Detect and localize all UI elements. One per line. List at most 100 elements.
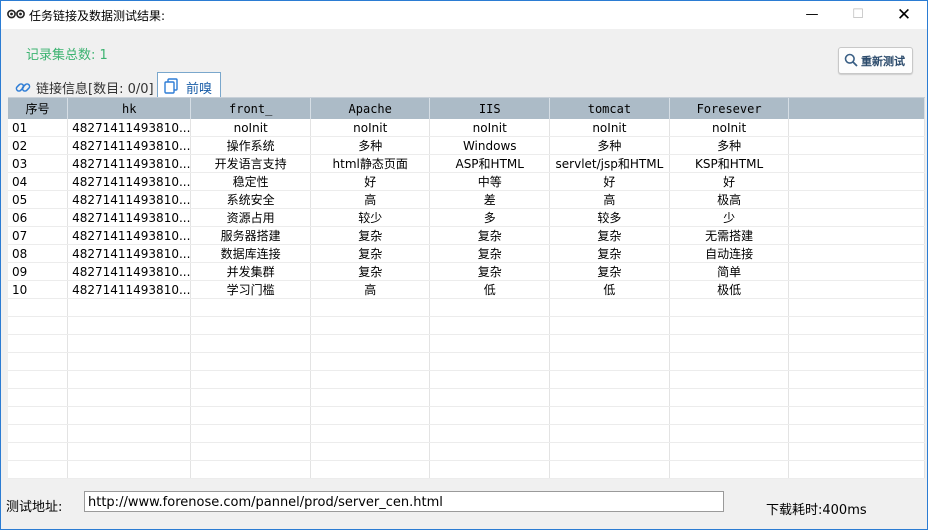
table-cell <box>788 442 925 461</box>
table-cell: 数据库连接 <box>190 244 311 263</box>
table-cell <box>8 334 69 353</box>
table-cell <box>788 424 925 443</box>
column-header-iis[interactable]: IIS <box>429 98 550 119</box>
table-cell: 48271411493810... <box>67 190 192 209</box>
table-row[interactable] <box>8 460 925 479</box>
column-header-front[interactable]: front_ <box>190 98 311 119</box>
table-cell: 05 <box>8 190 69 209</box>
table-cell <box>429 298 550 317</box>
column-header-hk[interactable]: hk <box>67 98 192 119</box>
table-row[interactable]: 10 48271411493810... 学习门槛高低低极低 <box>8 280 925 299</box>
table-row[interactable]: 05 48271411493810... 系统安全高差高极高 <box>8 190 925 209</box>
address-input[interactable]: http://www.forenose.com/pannel/prod/serv… <box>84 491 724 512</box>
table-cell <box>788 316 925 335</box>
table-cell: 多 <box>429 208 550 227</box>
table-row[interactable]: 07 48271411493810... 服务器搭建 复杂 复杂 复杂 无需搭建 <box>8 226 925 245</box>
table-cell <box>788 298 925 317</box>
table-row[interactable]: 01 48271411493810... noInit noInit noInit noI… <box>8 119 925 137</box>
table-cell: 复杂 <box>310 244 431 263</box>
table-cell <box>310 316 431 335</box>
table-cell <box>429 334 550 353</box>
table-cell <box>788 119 925 137</box>
table-cell <box>549 442 670 461</box>
tab-link-info[interactable]: 链接信息[数目: 0/0] <box>10 74 156 98</box>
table-cell: KSP和HTML <box>669 154 790 173</box>
table-cell: 48271411493810... <box>67 280 192 299</box>
table-cell: noInit <box>549 119 670 137</box>
table-cell: servlet/jsp和HTML <box>549 154 670 173</box>
table-cell: 48271411493810... <box>67 154 192 173</box>
table-cell <box>67 298 192 317</box>
table-row[interactable] <box>8 334 925 353</box>
title-bar: 任务链接及数据测试结果: — ☐ ✕ <box>1 1 927 29</box>
table-cell: 复杂 <box>429 226 550 245</box>
table-cell: 48271411493810... <box>67 226 192 245</box>
table-cell: 较少 <box>310 208 431 227</box>
table-row[interactable]: 09 48271411493810... 并发集群 复杂 复杂 复杂 简单 <box>8 262 925 281</box>
table-row[interactable] <box>8 442 925 461</box>
table-cell: 48271411493810... <box>67 119 192 137</box>
table-cell <box>8 298 69 317</box>
table-row[interactable]: 08 48271411493810... 数据库连接 复杂 复杂 复杂 自动连接 <box>8 244 925 263</box>
table-cell <box>669 442 790 461</box>
table-cell <box>8 352 69 371</box>
table-cell <box>549 370 670 389</box>
table-cell <box>669 424 790 443</box>
table-cell: 48271411493810... <box>67 172 192 191</box>
column-header-foresever[interactable]: Foresever <box>669 98 790 119</box>
table-row[interactable] <box>8 370 925 389</box>
table-cell: ASP和HTML <box>429 154 550 173</box>
table-cell <box>549 298 670 317</box>
table-row[interactable] <box>8 388 925 407</box>
table-cell: 高 <box>310 280 431 299</box>
result-table: 序号 hk front_ Apache IIS tomcat Foresever… <box>8 98 925 479</box>
maximize-button[interactable]: ☐ <box>835 1 881 29</box>
table-row[interactable] <box>8 298 925 317</box>
table-cell: noInit <box>190 119 311 137</box>
table-header-row: 序号 hk front_ Apache IIS tomcat Foresever <box>8 98 925 119</box>
column-header-apache[interactable]: Apache <box>310 98 431 119</box>
table-cell <box>549 406 670 425</box>
table-row[interactable] <box>8 352 925 371</box>
table-cell <box>67 352 192 371</box>
table-row[interactable]: 03 48271411493810... 开发语言支持 html静态页面 ASP和HTM… <box>8 154 925 173</box>
table-cell: 复杂 <box>429 262 550 281</box>
table-cell <box>669 334 790 353</box>
table-row[interactable]: 02 48271411493810... 操作系统 多种 Windows 多种 多种 <box>8 136 925 155</box>
table-cell: noInit <box>429 119 550 137</box>
table-cell: 多种 <box>310 136 431 155</box>
table-cell <box>549 352 670 371</box>
table-row[interactable]: 06 48271411493810... 资源占用 较少多较多少 <box>8 208 925 227</box>
close-button[interactable]: ✕ <box>881 1 927 29</box>
table-cell <box>8 442 69 461</box>
table-row[interactable] <box>8 424 925 443</box>
window-title: 任务链接及数据测试结果: <box>29 9 166 23</box>
table-cell: 好 <box>310 172 431 191</box>
table-cell <box>190 334 311 353</box>
retest-button[interactable]: 重新测试 <box>838 47 913 74</box>
table-cell <box>190 298 311 317</box>
table-cell: 复杂 <box>549 262 670 281</box>
table-cell: 稳定性 <box>190 172 311 191</box>
table-cell <box>549 334 670 353</box>
table-cell: html静态页面 <box>310 154 431 173</box>
table-cell: 学习门槛 <box>190 280 311 299</box>
result-grid[interactable]: 序号 hk front_ Apache IIS tomcat Foresever… <box>8 97 925 479</box>
table-cell: 复杂 <box>549 226 670 245</box>
table-cell: 48271411493810... <box>67 208 192 227</box>
table-cell: Windows <box>429 136 550 155</box>
table-row[interactable]: 04 48271411493810... 稳定性好中等好好 <box>8 172 925 191</box>
minimize-button[interactable]: — <box>789 1 835 29</box>
table-cell: 08 <box>8 244 69 263</box>
column-header-seq[interactable]: 序号 <box>8 98 69 119</box>
table-row[interactable] <box>8 316 925 335</box>
table-cell <box>310 334 431 353</box>
table-cell: 01 <box>8 119 69 137</box>
column-header-tomcat[interactable]: tomcat <box>549 98 670 119</box>
table-row[interactable] <box>8 406 925 425</box>
tab-qianxiu[interactable]: 前嗅 <box>157 72 221 99</box>
table-cell <box>549 388 670 407</box>
table-cell <box>788 334 925 353</box>
table-cell: 低 <box>549 280 670 299</box>
table-cell: 无需搭建 <box>669 226 790 245</box>
